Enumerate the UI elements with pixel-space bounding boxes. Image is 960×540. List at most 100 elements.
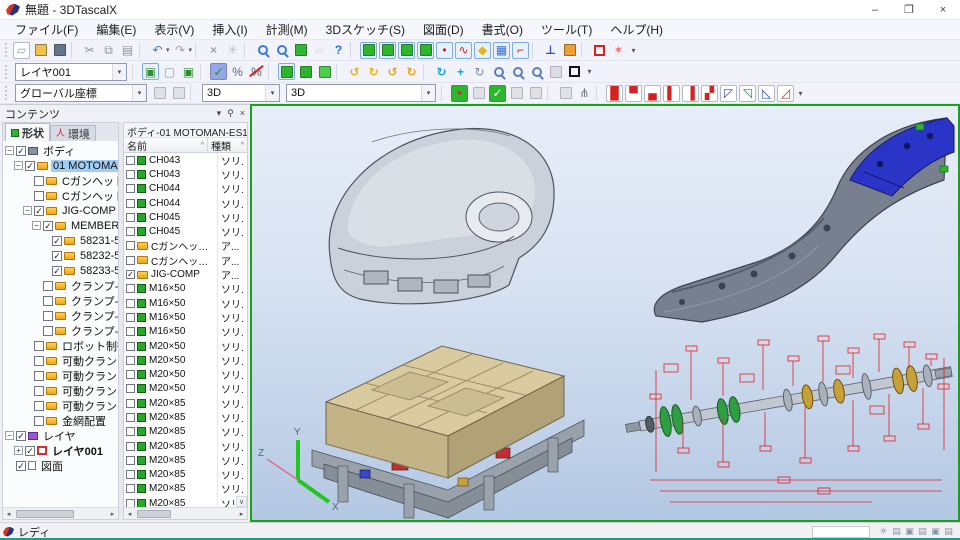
list-row[interactable]: M16×50ソリ.	[124, 310, 247, 324]
menu-item-5[interactable]: 3Dスケッチ(S)	[317, 20, 414, 39]
scroll-thumb[interactable]	[16, 510, 74, 518]
window-layer-icon[interactable]: ▣	[142, 63, 159, 80]
status-view-icon[interactable]: ▣	[904, 526, 915, 537]
paste-icon[interactable]: ▤	[119, 42, 136, 59]
visibility-checkbox[interactable]	[126, 199, 135, 208]
tree-item[interactable]: ✓図面	[3, 458, 118, 473]
list-row[interactable]: M20×50ソリ.	[124, 367, 247, 381]
mouse-cover-model[interactable]	[329, 128, 554, 303]
tree-item[interactable]: −✓JIG-COMP	[3, 203, 118, 218]
visibility-checkbox[interactable]	[126, 442, 135, 451]
list-row[interactable]: M20×85ソリ.	[124, 439, 247, 453]
rotate-down-icon[interactable]: ↻	[365, 63, 382, 80]
view-left-icon[interactable]: ▐	[682, 85, 699, 102]
toolbar3-overflow-button[interactable]: ▾	[795, 89, 806, 98]
status-body-icon[interactable]: ▤	[891, 526, 902, 537]
select-curve-icon[interactable]: ∿	[455, 42, 472, 59]
tab-environment[interactable]: 人環境	[50, 125, 96, 141]
visibility-checkbox[interactable]: ✓	[52, 236, 62, 246]
scroll-right-icon[interactable]: ▸	[107, 510, 118, 518]
minimize-button[interactable]: –	[858, 0, 892, 19]
list-row[interactable]: M20×85ソリ.	[124, 425, 247, 439]
dock-pin-button[interactable]: ⚲	[227, 108, 234, 119]
menu-item-9[interactable]: ヘルプ(H)	[601, 20, 672, 39]
capture-view-4-icon[interactable]	[417, 42, 434, 59]
rotate-right-icon[interactable]: ↻	[403, 63, 420, 80]
view-pan-icon[interactable]: +	[452, 63, 469, 80]
column-header-name[interactable]: 名前^	[124, 138, 208, 152]
select-face-icon[interactable]: ◆	[474, 42, 491, 59]
copy-icon[interactable]: ⧉	[100, 42, 117, 59]
toolbar1-overflow-button[interactable]: ▾	[628, 46, 639, 55]
robot-check-icon[interactable]: ✓	[489, 85, 506, 102]
save-icon[interactable]	[51, 42, 68, 59]
visibility-checkbox[interactable]	[126, 499, 135, 507]
visibility-checkbox[interactable]	[126, 327, 135, 336]
capture-view-1-icon[interactable]	[360, 42, 377, 59]
list-row[interactable]: CH044ソリ.	[124, 196, 247, 210]
column-header-type[interactable]: 種類^	[208, 138, 247, 152]
list-row[interactable]: M20×85ソリ.	[124, 496, 247, 507]
view-rotate-icon[interactable]: ↻	[433, 63, 450, 80]
status-grid-icon[interactable]: ▣	[930, 526, 941, 537]
coord-combo[interactable]: グローバル座標▾	[15, 84, 147, 102]
dock-close-button[interactable]: ×	[240, 108, 245, 119]
visibility-checkbox[interactable]	[126, 284, 135, 293]
visibility-checkbox[interactable]	[126, 213, 135, 222]
select-edge-icon[interactable]: ⌐	[512, 42, 529, 59]
visibility-checkbox[interactable]	[34, 191, 44, 201]
tree-item[interactable]: 金網配置	[3, 413, 118, 428]
visibility-checkbox[interactable]	[34, 341, 44, 351]
layer-combo[interactable]: レイヤ001▾	[15, 63, 127, 81]
redo-icon[interactable]: ↷	[172, 42, 189, 59]
visibility-checkbox[interactable]	[126, 241, 135, 250]
visibility-checkbox[interactable]	[126, 370, 135, 379]
visibility-checkbox[interactable]	[126, 299, 135, 308]
visibility-checkbox[interactable]	[126, 313, 135, 322]
tree-item[interactable]: クランプ-01	[3, 293, 118, 308]
maximize-button[interactable]: ❐	[892, 0, 926, 19]
expand-toggle-icon[interactable]: +	[14, 446, 23, 455]
visibility-checkbox[interactable]	[126, 384, 135, 393]
select-point-icon[interactable]: •	[436, 42, 453, 59]
list-hscrollbar[interactable]: ◂ ▸	[124, 507, 247, 519]
visibility-checkbox[interactable]	[126, 470, 135, 479]
gray-cube-icon[interactable]	[557, 85, 574, 102]
list-row[interactable]: M16×50ソリ.	[124, 325, 247, 339]
tree-item[interactable]: クランプ-02	[3, 308, 118, 323]
visibility-checkbox[interactable]: ✓	[43, 221, 53, 231]
redo-icon-dropdown[interactable]: ▾	[189, 46, 193, 54]
list-row[interactable]: M16×50ソリ.	[124, 282, 247, 296]
tree-item[interactable]: ロボット制御装置	[3, 338, 118, 353]
menu-item-8[interactable]: ツール(T)	[532, 20, 601, 39]
prev-view-icon[interactable]	[547, 63, 564, 80]
wireframe-icon[interactable]	[316, 63, 333, 80]
list-row[interactable]: M20×50ソリ.	[124, 382, 247, 396]
list-row[interactable]: CガンヘットCOM...ア...	[124, 253, 247, 267]
drawing-view-combo[interactable]: 3D▾	[286, 84, 436, 102]
visibility-checkbox[interactable]	[43, 326, 53, 336]
visibility-checkbox[interactable]	[126, 356, 135, 365]
list-row[interactable]: M20×85ソリ.	[124, 482, 247, 496]
visibility-checkbox[interactable]	[34, 371, 44, 381]
list-row[interactable]: M16×50ソリ.	[124, 296, 247, 310]
expand-toggle-icon[interactable]: −	[32, 221, 41, 230]
view-right-icon[interactable]: ▞	[701, 85, 718, 102]
visibility-checkbox[interactable]	[34, 416, 44, 426]
shaft-drawing-model[interactable]	[624, 334, 954, 502]
tree-item[interactable]: 可動クランプ-01	[3, 398, 118, 413]
zoom-dynamic-icon[interactable]	[528, 63, 545, 80]
assembly-tree-icon[interactable]: ⋔	[576, 85, 593, 102]
regen-icon[interactable]: ✳	[224, 42, 241, 59]
flash-select-icon[interactable]: ✶	[610, 42, 627, 59]
expand-toggle-icon[interactable]: −	[14, 161, 23, 170]
view-back-icon[interactable]: ▀	[625, 85, 642, 102]
viewport-3d[interactable]: Y Z X	[250, 104, 960, 522]
visibility-checkbox[interactable]	[34, 401, 44, 411]
expand-toggle-icon[interactable]: −	[5, 146, 14, 155]
open-file-icon[interactable]	[32, 42, 49, 59]
visibility-checkbox[interactable]	[34, 386, 44, 396]
visibility-checkbox[interactable]	[34, 176, 44, 186]
select-table-icon[interactable]: ▦	[493, 42, 510, 59]
window-frame-icon[interactable]: ▢	[161, 63, 178, 80]
